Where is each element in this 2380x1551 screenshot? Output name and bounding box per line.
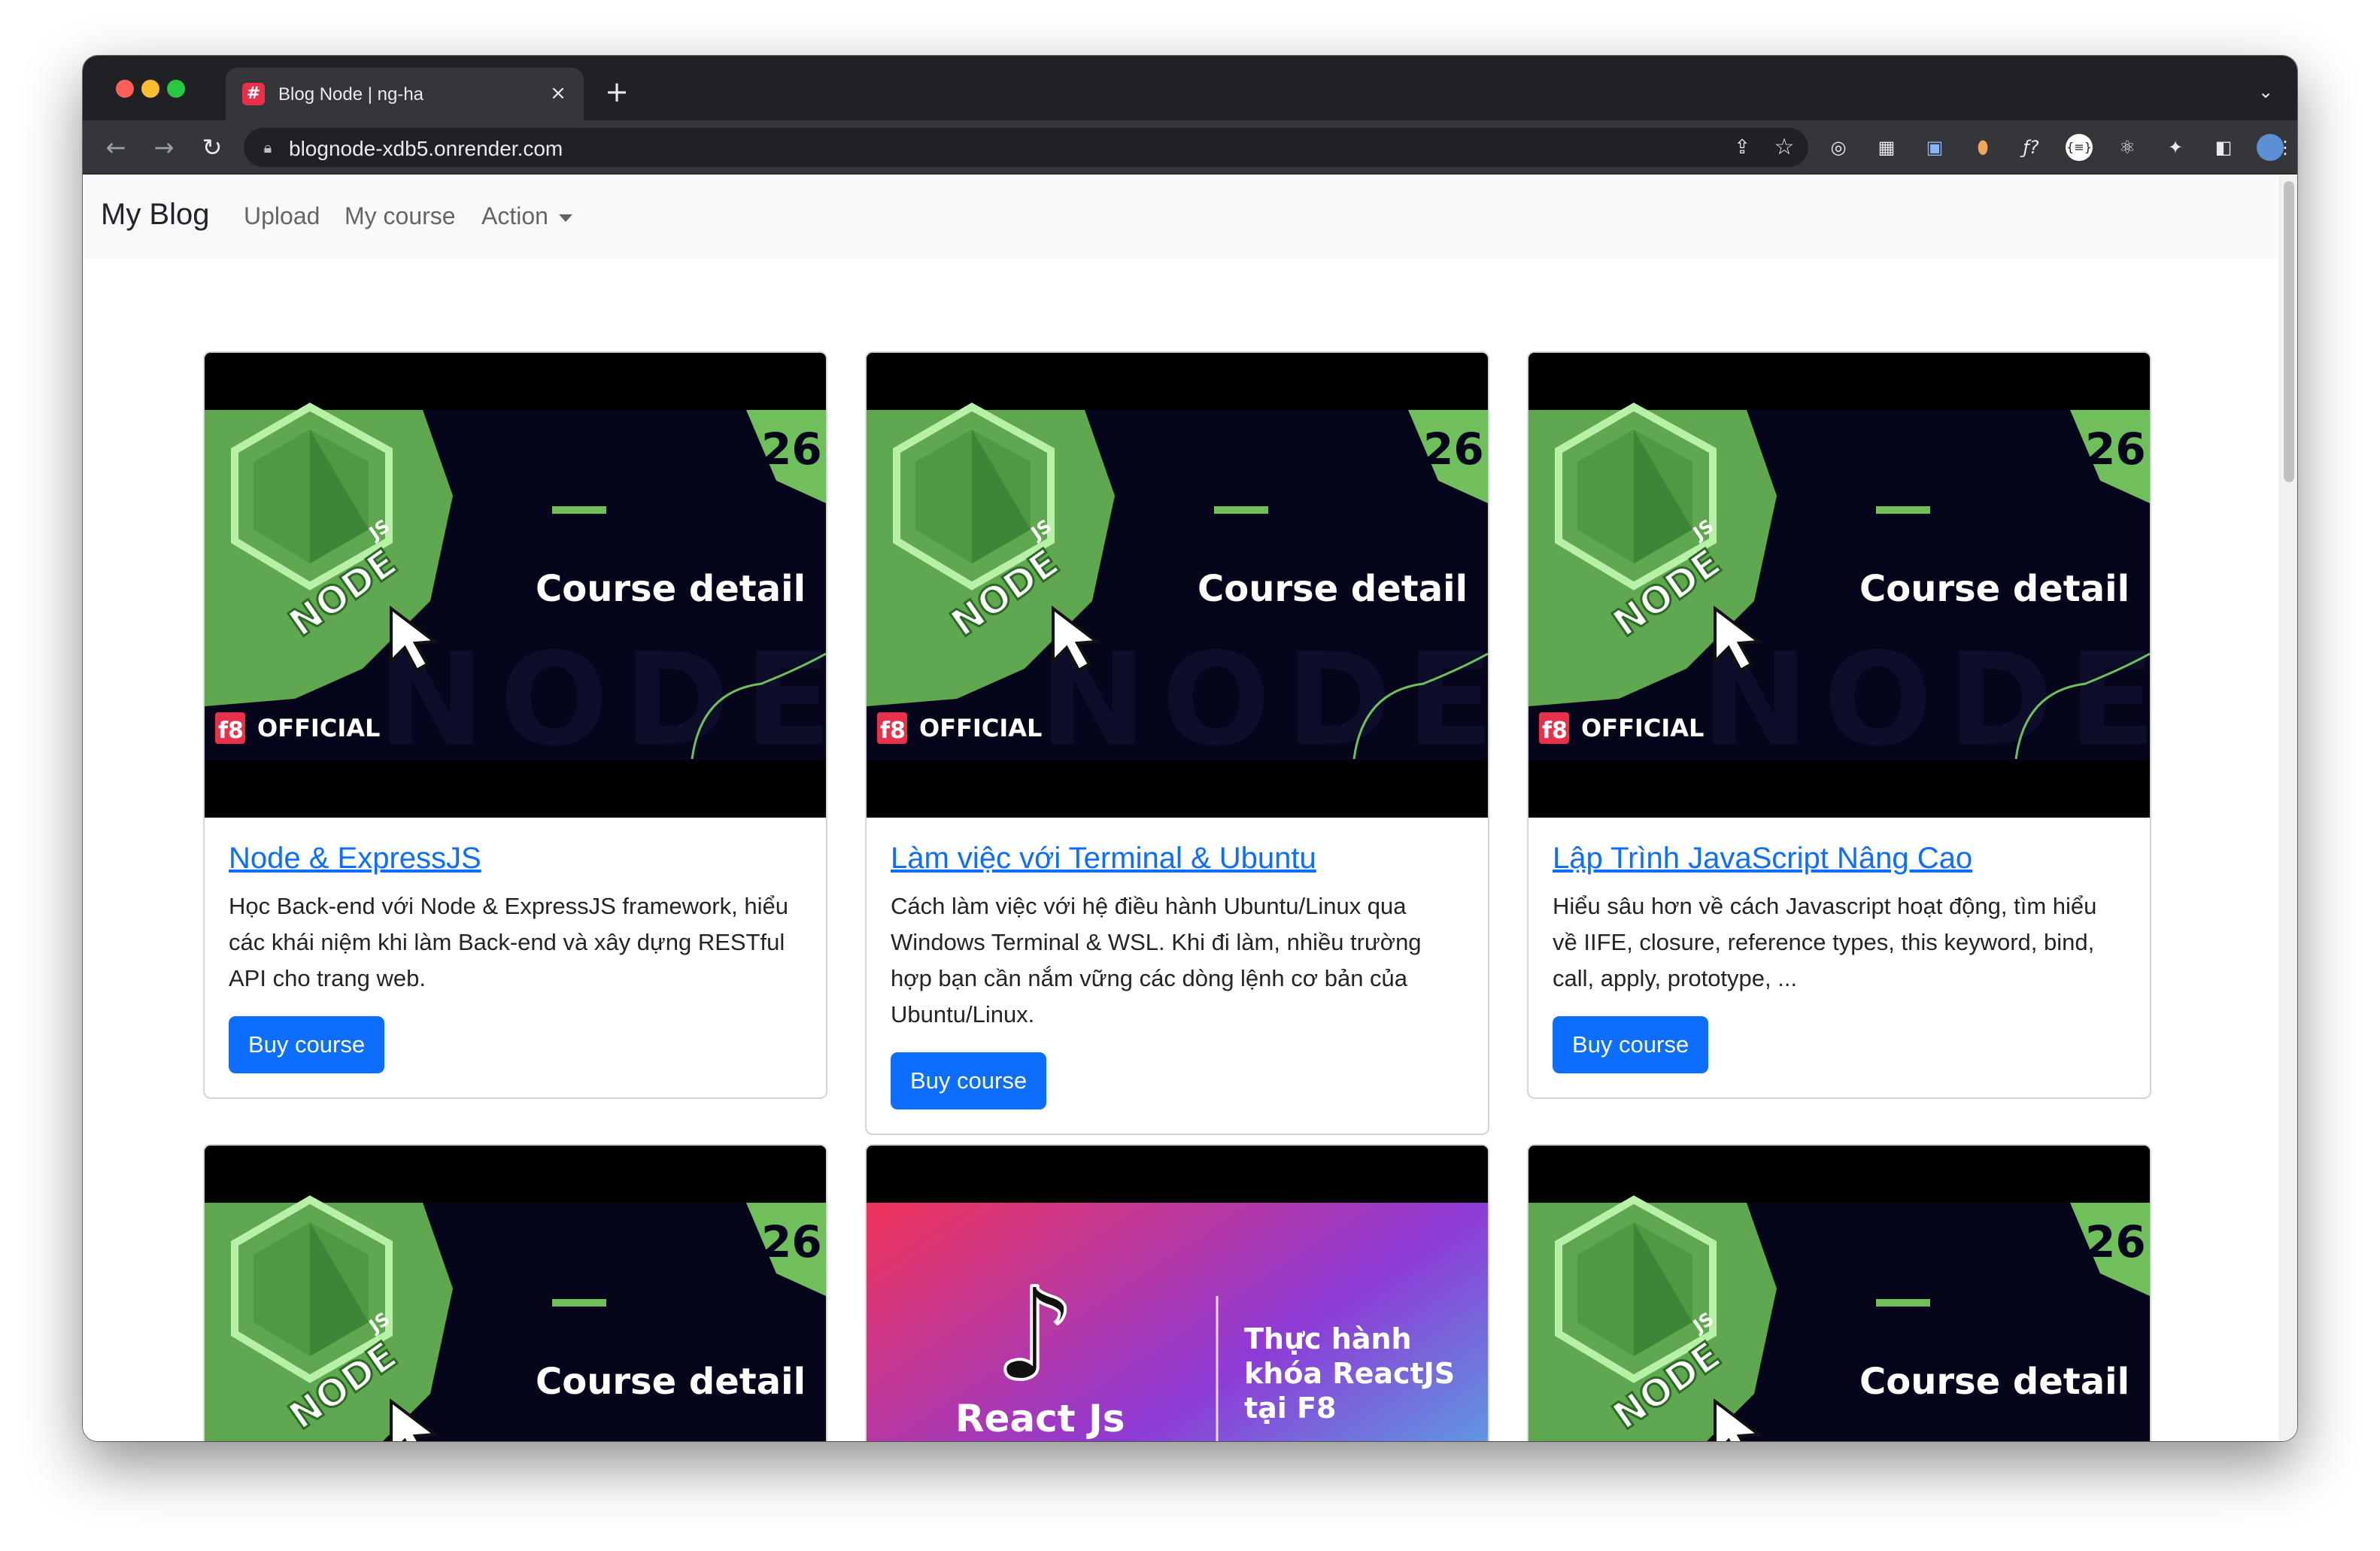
- course-number: 26: [1423, 423, 1484, 475]
- tab-strip: # Blog Node | ng-ha × + ⌄: [83, 56, 2297, 120]
- react-side-line-3: tại F8: [1244, 1392, 1336, 1425]
- course-card: NODE JS 26 Course detail NODE JS f8 OFFI…: [1527, 1144, 2151, 1441]
- course-thumbnail[interactable]: NODE JS 26 Course detail NODE JS f8 OFFI…: [205, 1146, 826, 1441]
- back-arrow-icon[interactable]: ←: [99, 131, 132, 164]
- course-title-link[interactable]: Node & ExpressJS: [229, 840, 802, 876]
- minimize-window-button[interactable]: [141, 80, 159, 98]
- new-tab-button[interactable]: +: [602, 77, 632, 107]
- url-text[interactable]: blognode-xdb5.onrender.com: [289, 137, 563, 161]
- card-body: Làm việc với Terminal & Ubuntu Cách làm …: [867, 818, 1488, 1134]
- react-side-line-2: khóa ReactJS: [1244, 1357, 1455, 1390]
- official-badge-text: OFFICIAL: [257, 714, 380, 742]
- address-bar[interactable]: 🔒︎ blognode-xdb5.onrender.com ⇪ ☆: [244, 128, 1808, 167]
- nav-dropdown-label: Action: [481, 202, 548, 229]
- pill-icon[interactable]: ⬮: [1969, 134, 1996, 161]
- browser-tab[interactable]: # Blog Node | ng-ha ×: [226, 68, 584, 120]
- watermark-text: NODE JS: [1040, 626, 1488, 775]
- browser-window: # Blog Node | ng-ha × + ⌄ ← → ↻ 🔒︎ blogn…: [83, 56, 2297, 1441]
- compass-icon[interactable]: ◎: [1825, 134, 1852, 161]
- nav-dropdown-action[interactable]: Action: [481, 202, 572, 230]
- watermark-text: NODE JS: [378, 1419, 826, 1441]
- nav-link-my-course[interactable]: My course: [345, 202, 456, 230]
- watermark-text: NODE JS: [1702, 626, 2150, 775]
- tiktok-icon: ♪: [994, 1261, 1076, 1410]
- course-card: ♪ React Js Clone tiktok Thực hành khóa R…: [865, 1144, 1489, 1441]
- course-title-link[interactable]: Làm việc với Terminal & Ubuntu: [891, 840, 1464, 876]
- function-icon[interactable]: ƒ?: [2017, 134, 2045, 161]
- course-thumbnail[interactable]: NODE JS 26 Course detail NODE JS f8 OFFI…: [867, 353, 1488, 818]
- course-detail-heading: Course detail: [1859, 1361, 2130, 1403]
- watermark-text: NODE JS: [1702, 1419, 2150, 1441]
- course-card: NODE JS 26 Course detail NODE JS f8 OFFI…: [1527, 351, 2151, 1099]
- course-number: 26: [761, 423, 822, 475]
- course-card: NODE JS 26 Course detail NODE JS f8 OFFI…: [865, 351, 1489, 1135]
- course-thumbnail[interactable]: NODE JS 26 Course detail NODE JS f8 OFFI…: [1528, 353, 2150, 818]
- translate-icon[interactable]: ▣: [1921, 134, 1948, 161]
- kebab-menu-icon[interactable]: ⋮: [2276, 134, 2294, 161]
- puzzle-icon[interactable]: ✦: [2162, 134, 2189, 161]
- caret-down-icon: [558, 214, 572, 222]
- official-badge-text: OFFICIAL: [1581, 714, 1704, 742]
- site-navbar: My Blog Upload My course Action: [83, 175, 2279, 260]
- lock-icon[interactable]: 🔒︎: [259, 138, 277, 156]
- card-body: Node & ExpressJS Học Back-end với Node &…: [205, 818, 826, 1097]
- page-scrollbar[interactable]: [2279, 175, 2297, 1441]
- share-icon[interactable]: ⇪: [1729, 134, 1756, 161]
- course-number: 26: [2085, 1216, 2146, 1267]
- buy-course-button[interactable]: Buy course: [891, 1052, 1047, 1109]
- course-thumbnail[interactable]: NODE JS 26 Course detail NODE JS f8 OFFI…: [1528, 1146, 2150, 1441]
- react-icon[interactable]: ⚛: [2114, 134, 2141, 161]
- f8-badge-logo: f8: [218, 718, 244, 744]
- bookmark-star-icon[interactable]: ☆: [1771, 134, 1798, 161]
- course-title-link[interactable]: Lập Trình JavaScript Nâng Cao: [1553, 840, 2126, 876]
- course-thumbnail[interactable]: NODE JS 26 Course detail NODE JS f8 OFFI…: [205, 353, 826, 818]
- zoom-window-button[interactable]: [167, 80, 185, 98]
- buy-course-button[interactable]: Buy course: [1553, 1016, 1709, 1073]
- f8-badge-logo: f8: [1542, 718, 1568, 744]
- tab-title: Blog Node | ng-ha: [278, 84, 424, 105]
- json-icon[interactable]: {≡}: [2066, 134, 2093, 161]
- f8-badge-logo: f8: [880, 718, 906, 744]
- web-page: My Blog Upload My course Action NODE JS …: [83, 175, 2297, 1441]
- browser-toolbar: ← → ↻ 🔒︎ blognode-xdb5.onrender.com ⇪ ☆ …: [83, 120, 2297, 175]
- scrollbar-thumb[interactable]: [2284, 181, 2294, 482]
- sidebar-icon[interactable]: ◧: [2210, 134, 2237, 161]
- course-description: Hiểu sâu hơn về cách Javascript hoạt độn…: [1553, 893, 2097, 991]
- react-side-line-1: Thực hành: [1244, 1322, 1412, 1355]
- course-number: 26: [2085, 423, 2146, 475]
- nav-link-upload[interactable]: Upload: [244, 202, 320, 230]
- f8-favicon-icon: #: [242, 83, 265, 105]
- course-detail-heading: Course detail: [1859, 568, 2130, 610]
- close-window-button[interactable]: [116, 80, 134, 98]
- course-number: 26: [761, 1216, 822, 1267]
- course-card: NODE JS 26 Course detail NODE JS f8 OFFI…: [203, 1144, 827, 1441]
- course-detail-heading: Course detail: [536, 1361, 806, 1403]
- navbar-brand[interactable]: My Blog: [101, 198, 210, 232]
- course-detail-heading: Course detail: [1198, 568, 1468, 610]
- buy-course-button[interactable]: Buy course: [229, 1016, 385, 1073]
- reload-icon[interactable]: ↻: [196, 131, 229, 164]
- course-description: Học Back-end với Node & ExpressJS framew…: [229, 893, 788, 991]
- desktop: # Blog Node | ng-ha × + ⌄ ← → ↻ 🔒︎ blogn…: [0, 0, 2380, 1551]
- forward-arrow-icon[interactable]: →: [147, 131, 181, 164]
- card-body: Lập Trình JavaScript Nâng Cao Hiểu sâu h…: [1528, 818, 2150, 1097]
- course-card: NODE JS 26 Course detail NODE JS f8 OFFI…: [203, 351, 827, 1099]
- calculator-icon[interactable]: ▦: [1873, 134, 1900, 161]
- course-detail-heading: Course detail: [536, 568, 806, 610]
- tab-close-icon[interactable]: ×: [546, 81, 570, 105]
- official-badge-text: OFFICIAL: [919, 714, 1042, 742]
- tab-search-chevron-icon[interactable]: ⌄: [2252, 78, 2279, 105]
- react-course-title: React Js: [955, 1397, 1125, 1440]
- watermark-text: NODE JS: [378, 626, 826, 775]
- course-thumbnail[interactable]: ♪ React Js Clone tiktok Thực hành khóa R…: [867, 1146, 1488, 1441]
- course-description: Cách làm việc với hệ điều hành Ubuntu/Li…: [891, 893, 1422, 1027]
